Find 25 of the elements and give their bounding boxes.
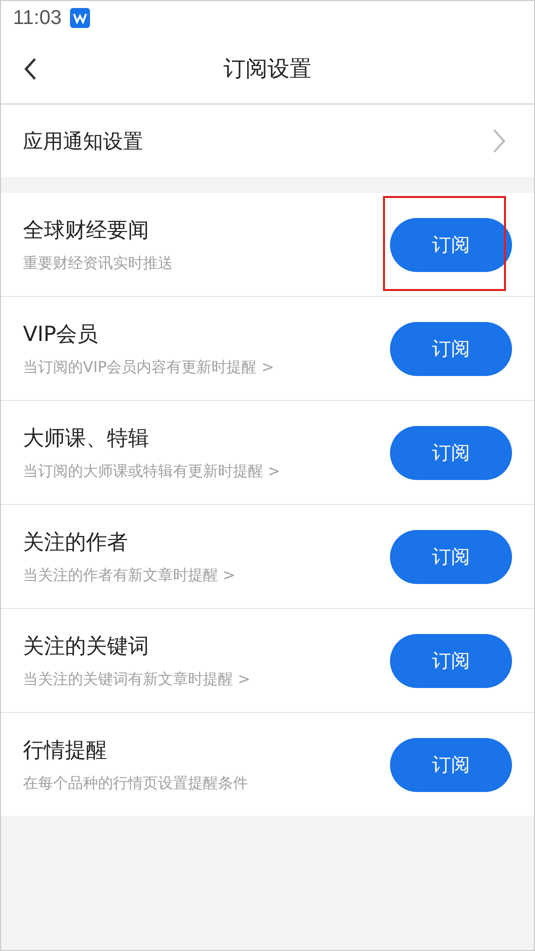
subscribe-button[interactable]: 订阅 <box>390 634 512 688</box>
subscription-title: 关注的关键词 <box>23 633 150 660</box>
subscribe-button[interactable]: 订阅 <box>390 738 512 792</box>
subscription-description[interactable]: 重要财经资讯实时推送 <box>23 254 173 273</box>
subscription-title: VIP会员 <box>23 321 100 348</box>
subscribe-button[interactable]: 订阅 <box>390 218 512 272</box>
subscription-title: 大师课、特辑 <box>23 425 150 452</box>
subscription-description[interactable]: 当关注的作者有新文章时提醒 > <box>23 566 236 585</box>
notification-settings-row[interactable]: 应用通知设置 <box>1 105 534 177</box>
chevron-right-icon <box>492 128 506 154</box>
status-time: 11:03 <box>13 6 62 30</box>
subscribe-button[interactable]: 订阅 <box>390 530 512 584</box>
subscription-title: 行情提醒 <box>23 737 108 764</box>
app-logo-icon <box>70 8 90 28</box>
page-title: 订阅设置 <box>224 56 312 84</box>
subscription-title: 关注的作者 <box>23 529 129 556</box>
subscribe-button[interactable]: 订阅 <box>390 426 512 480</box>
back-icon[interactable] <box>23 57 37 81</box>
row-label: 应用通知设置 <box>23 128 143 154</box>
subscription-description[interactable]: 当订阅的大师课或特辑有更新时提醒 > <box>23 462 280 481</box>
subscription-description[interactable]: 当关注的关键词有新文章时提醒 > <box>23 670 250 689</box>
subscription-title: 全球财经要闻 <box>23 217 150 244</box>
subscribe-button[interactable]: 订阅 <box>390 322 512 376</box>
subscription-description[interactable]: 当订阅的VIP会员内容有更新时提醒 > <box>23 358 274 377</box>
subscription-description[interactable]: 在每个品种的行情页设置提醒条件 <box>23 774 248 793</box>
